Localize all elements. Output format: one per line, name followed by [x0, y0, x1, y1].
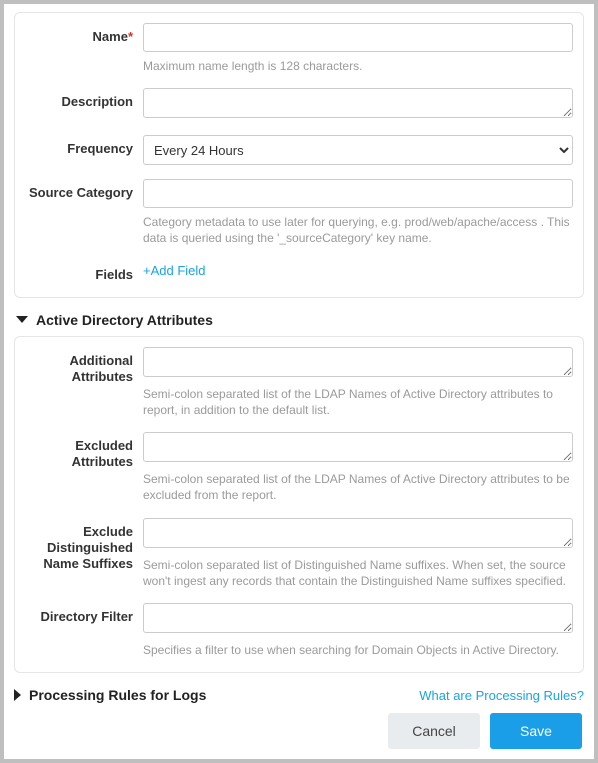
- form-page: Name* Maximum name length is 128 charact…: [4, 4, 594, 759]
- cancel-button[interactable]: Cancel: [388, 713, 480, 749]
- frequency-label: Frequency: [25, 135, 143, 157]
- additional-attributes-row: Additional Attributes Semi-colon separat…: [25, 347, 573, 418]
- required-asterisk: *: [128, 29, 133, 44]
- description-input[interactable]: [143, 88, 573, 118]
- fields-row: Fields +Add Field: [25, 261, 573, 283]
- save-button[interactable]: Save: [490, 713, 582, 749]
- processing-rules-row: Processing Rules for Logs What are Proce…: [14, 687, 584, 703]
- description-row: Description: [25, 88, 573, 121]
- name-helper: Maximum name length is 128 characters.: [143, 58, 573, 74]
- main-settings-panel: Name* Maximum name length is 128 charact…: [14, 12, 584, 298]
- additional-attributes-input[interactable]: [143, 347, 573, 377]
- ad-attributes-header[interactable]: Active Directory Attributes: [16, 312, 584, 328]
- source-category-label: Source Category: [25, 179, 143, 201]
- directory-filter-input[interactable]: [143, 603, 573, 633]
- excluded-attributes-helper: Semi-colon separated list of the LDAP Na…: [143, 471, 573, 503]
- caret-right-icon: [14, 689, 21, 701]
- caret-down-icon: [16, 316, 28, 323]
- directory-filter-label: Directory Filter: [25, 603, 143, 625]
- additional-attributes-label: Additional Attributes: [25, 347, 143, 386]
- exclude-dn-suffixes-input[interactable]: [143, 518, 573, 548]
- name-label: Name*: [25, 23, 143, 45]
- frequency-row: Frequency Every 24 Hours: [25, 135, 573, 165]
- name-input[interactable]: [143, 23, 573, 52]
- ad-attributes-panel: Additional Attributes Semi-colon separat…: [14, 336, 584, 673]
- exclude-dn-suffixes-label: Exclude Distinguished Name Suffixes: [25, 518, 143, 573]
- exclude-dn-suffixes-row: Exclude Distinguished Name Suffixes Semi…: [25, 518, 573, 589]
- additional-attributes-helper: Semi-colon separated list of the LDAP Na…: [143, 386, 573, 418]
- name-label-text: Name: [93, 29, 128, 44]
- excluded-attributes-label: Excluded Attributes: [25, 432, 143, 471]
- name-row: Name* Maximum name length is 128 charact…: [25, 23, 573, 74]
- add-field-link[interactable]: +Add Field: [143, 261, 206, 278]
- processing-rules-header[interactable]: Processing Rules for Logs: [14, 687, 206, 703]
- ad-attributes-title: Active Directory Attributes: [36, 312, 213, 328]
- exclude-dn-suffixes-helper: Semi-colon separated list of Distinguish…: [143, 557, 573, 589]
- source-category-helper: Category metadata to use later for query…: [143, 214, 573, 246]
- processing-rules-help-link[interactable]: What are Processing Rules?: [419, 688, 584, 703]
- frequency-select[interactable]: Every 24 Hours: [143, 135, 573, 165]
- source-category-row: Source Category Category metadata to use…: [25, 179, 573, 246]
- processing-rules-title: Processing Rules for Logs: [29, 687, 206, 703]
- action-buttons: Cancel Save: [14, 713, 584, 749]
- directory-filter-row: Directory Filter Specifies a filter to u…: [25, 603, 573, 658]
- excluded-attributes-row: Excluded Attributes Semi-colon separated…: [25, 432, 573, 503]
- fields-label: Fields: [25, 261, 143, 283]
- excluded-attributes-input[interactable]: [143, 432, 573, 462]
- source-category-input[interactable]: [143, 179, 573, 208]
- description-label: Description: [25, 88, 143, 110]
- directory-filter-helper: Specifies a filter to use when searching…: [143, 642, 573, 658]
